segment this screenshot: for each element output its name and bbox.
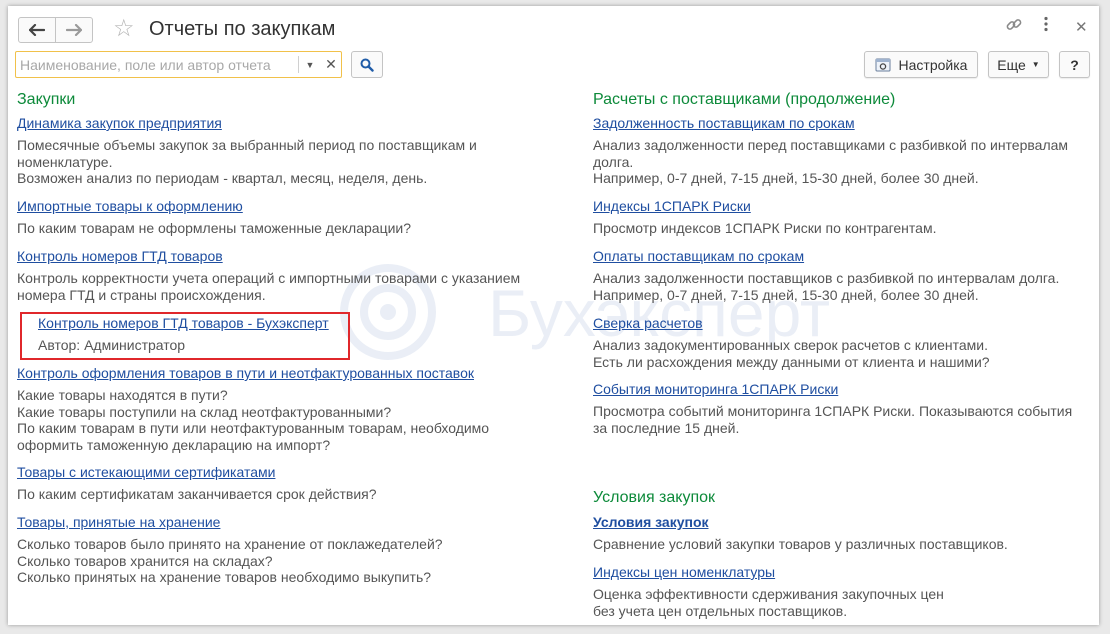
highlight-box	[20, 312, 350, 360]
report-desc-import-goods: По каким товарам не оформлены таможенные…	[17, 220, 412, 236]
report-desc-debt-by-terms: Анализ задолженности перед поставщиками …	[593, 137, 1069, 187]
report-link-payments-by-terms[interactable]: Оплаты поставщикам по срокам	[593, 247, 804, 265]
report-link-debt-by-terms[interactable]: Задолженность поставщикам по срокам	[593, 114, 855, 132]
search-icon	[360, 58, 374, 72]
report-link-spark-monitoring[interactable]: События мониторинга 1СПАРК Риски	[593, 380, 838, 398]
section-title-settlements: Расчеты с поставщиками (продолжение)	[593, 91, 896, 108]
back-button[interactable]	[18, 17, 56, 43]
arrow-right-icon	[66, 24, 82, 36]
report-desc-price-indexes: Оценка эффективности сдерживания закупоч…	[593, 586, 944, 619]
report-link-reconciliation[interactable]: Сверка расчетов	[593, 314, 703, 332]
report-desc-reconciliation: Анализ задокументированных сверок расчет…	[593, 337, 990, 370]
favorite-star-icon[interactable]: ☆	[113, 15, 135, 43]
report-desc-goods-in-transit: Какие товары находятся в пути? Какие тов…	[17, 387, 490, 454]
more-label: Еще	[997, 56, 1026, 73]
report-link-goods-in-storage[interactable]: Товары, принятые на хранение	[17, 513, 220, 531]
clear-icon[interactable]: ✕	[321, 53, 341, 76]
report-link-expiring-certificates[interactable]: Товары с истекающими сертификатами	[17, 463, 275, 481]
search-input[interactable]	[20, 55, 292, 74]
help-button[interactable]: ?	[1059, 51, 1090, 78]
close-icon[interactable]: ✕	[1075, 16, 1088, 40]
section-title-purchases: Закупки	[17, 91, 76, 108]
report-desc-payments-by-terms: Анализ задолженности поставщиков с разби…	[593, 270, 1060, 303]
search-separator	[298, 56, 299, 73]
settings-label: Настройка	[898, 56, 968, 73]
report-link-purchase-terms[interactable]: Условия закупок	[593, 513, 709, 531]
report-window: ☆ Отчеты по закупкам ✕ ▼ ✕ Настройка Еще…	[8, 6, 1099, 625]
report-link-spark-indexes[interactable]: Индексы 1СПАРК Риски	[593, 197, 751, 215]
arrow-left-icon	[29, 24, 45, 36]
report-desc-gtd-control: Контроль корректности учета операций с и…	[17, 270, 521, 303]
report-desc-purchase-dynamics: Помесячные объемы закупок за выбранный п…	[17, 137, 477, 187]
forward-button[interactable]	[55, 17, 93, 43]
more-button[interactable]: Еще ▼	[988, 51, 1049, 78]
kebab-menu-icon[interactable]	[1043, 16, 1049, 40]
report-link-purchase-dynamics[interactable]: Динамика закупок предприятия	[17, 114, 222, 132]
chevron-down-icon[interactable]: ▼	[300, 53, 320, 76]
report-link-gtd-control[interactable]: Контроль номеров ГТД товаров	[17, 247, 223, 265]
link-icon[interactable]	[1005, 16, 1023, 42]
report-link-import-goods[interactable]: Импортные товары к оформлению	[17, 197, 243, 215]
page-title: Отчеты по закупкам	[149, 18, 336, 40]
search-button[interactable]	[351, 51, 383, 78]
report-link-price-indexes[interactable]: Индексы цен номенклатуры	[593, 563, 775, 581]
search-field: ▼ ✕	[15, 51, 342, 78]
report-desc-goods-in-storage: Сколько товаров было принято на хранение…	[17, 536, 443, 586]
settings-button[interactable]: Настройка	[864, 51, 978, 78]
more-chevron-down-icon: ▼	[1031, 60, 1040, 69]
report-desc-expiring-certificates: По каким сертификатам заканчивается срок…	[17, 486, 377, 502]
report-desc-spark-monitoring: Просмотра событий мониторинга 1СПАРК Рис…	[593, 403, 1073, 436]
report-desc-purchase-terms: Сравнение условий закупки товаров у разл…	[593, 536, 1008, 552]
report-desc-spark-indexes: Просмотр индексов 1СПАРК Риски по контра…	[593, 220, 937, 236]
settings-icon	[875, 58, 891, 71]
report-link-goods-in-transit[interactable]: Контроль оформления товаров в пути и нео…	[17, 364, 474, 382]
section-title-purchase-terms: Условия закупок	[593, 489, 716, 506]
